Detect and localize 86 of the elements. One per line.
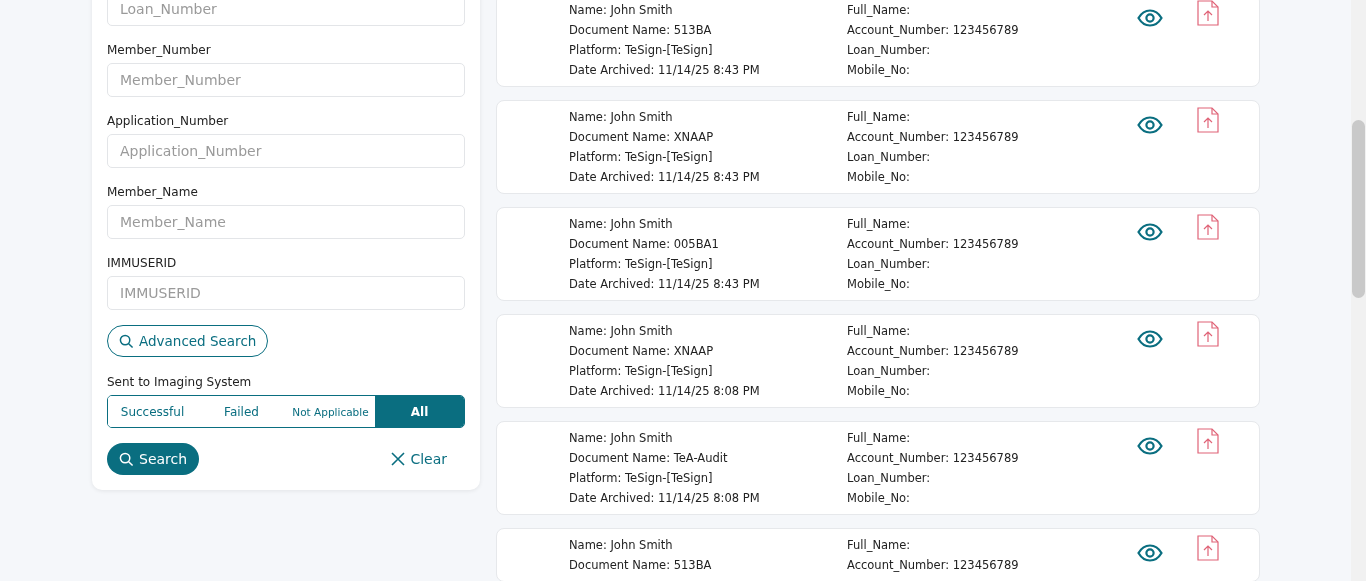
result-field: Document Name: XNAAP — [569, 341, 847, 361]
search-icon — [119, 333, 134, 349]
view-button[interactable] — [1137, 223, 1163, 241]
result-field: Date Archived: 11/14/25 8:43 PM — [569, 167, 847, 187]
field-label: IMMUSERID — [107, 256, 178, 270]
view-button[interactable] — [1137, 544, 1163, 562]
input-field[interactable]: IMMUSERID — [107, 276, 465, 310]
file-upload-icon — [1197, 321, 1219, 347]
field-label: Member_Name — [107, 185, 199, 199]
result-field: Full_Name: — [847, 428, 1137, 448]
view-button[interactable] — [1137, 437, 1163, 455]
result-field: Document Name: 513BA — [569, 555, 847, 575]
eye-icon — [1137, 544, 1163, 562]
result-field: Document Name: XNAAP — [569, 127, 847, 147]
result-field: Full_Name: — [847, 321, 1137, 341]
result-field: Account_Number: 123456789 — [847, 555, 1137, 575]
result-field: Mobile_No: — [847, 60, 1137, 80]
result-field: Mobile_No: — [847, 488, 1137, 508]
file-upload-icon — [1197, 0, 1219, 26]
view-button[interactable] — [1137, 9, 1163, 27]
result-field: Name: John Smith — [569, 535, 847, 555]
search-icon — [119, 451, 134, 467]
segment-option[interactable]: All — [375, 396, 464, 427]
upload-button[interactable] — [1197, 428, 1219, 454]
close-icon — [391, 452, 406, 466]
result-field: Full_Name: — [847, 0, 1137, 20]
result-field: Loan_Number: — [847, 254, 1137, 274]
result-field: Account_Number: 123456789 — [847, 127, 1137, 147]
file-upload-icon — [1197, 214, 1219, 240]
upload-button[interactable] — [1197, 535, 1219, 561]
result-field: Document Name: TeA-Audit — [569, 448, 847, 468]
file-upload-icon — [1197, 535, 1219, 561]
file-upload-icon — [1197, 107, 1219, 133]
search-button[interactable]: Search — [107, 443, 200, 475]
field-label: Sent to Imaging System — [107, 375, 253, 389]
result-field: Name: John Smith — [569, 0, 847, 20]
result-field: Platform: TeSign-[TeSign] — [569, 40, 847, 60]
result-field: Loan_Number: — [847, 147, 1137, 167]
upload-button[interactable] — [1197, 321, 1219, 347]
upload-button[interactable] — [1197, 0, 1219, 26]
result-field: Account_Number: 123456789 — [847, 341, 1137, 361]
file-upload-icon — [1197, 428, 1219, 454]
eye-icon — [1137, 116, 1163, 134]
input-field[interactable]: Application_Number — [107, 134, 465, 168]
result-field: Platform: TeSign-[TeSign] — [569, 468, 847, 488]
result-field: Full_Name: — [847, 107, 1137, 127]
input-field[interactable]: Member_Number — [107, 63, 465, 97]
result-field: Account_Number: 123456789 — [847, 448, 1137, 468]
scrollbar-thumb[interactable] — [1352, 120, 1365, 298]
clear-button[interactable]: Clear — [385, 450, 453, 468]
input-field[interactable]: Loan_Number — [107, 0, 465, 26]
result-field: Document Name: 005BA1 — [569, 234, 847, 254]
result-field: Mobile_No: — [847, 381, 1137, 401]
result-field: Date Archived: 11/14/25 8:43 PM — [569, 274, 847, 294]
result-field: Name: John Smith — [569, 321, 847, 341]
result-field: Mobile_No: — [847, 167, 1137, 187]
input-field[interactable]: Member_Name — [107, 205, 465, 239]
result-field: Platform: TeSign-[TeSign] — [569, 147, 847, 167]
result-field: Name: John Smith — [569, 214, 847, 234]
upload-button[interactable] — [1197, 214, 1219, 240]
result-field: Account_Number: 123456789 — [847, 234, 1137, 254]
result-field: Date Archived: 11/14/25 8:08 PM — [569, 381, 847, 401]
result-field: Loan_Number: — [847, 361, 1137, 381]
result-field: Account_Number: 123456789 — [847, 20, 1137, 40]
field-label: Member_Number — [107, 43, 212, 57]
eye-icon — [1137, 330, 1163, 348]
view-button[interactable] — [1137, 330, 1163, 348]
eye-icon — [1137, 223, 1163, 241]
upload-button[interactable] — [1197, 107, 1219, 133]
result-field: Name: John Smith — [569, 428, 847, 448]
field-label: Application_Number — [107, 114, 230, 128]
result-field: Date Archived: 11/14/25 8:08 PM — [569, 488, 847, 508]
result-field: Platform: TeSign-[TeSign] — [569, 361, 847, 381]
result-field: Mobile_No: — [847, 274, 1137, 294]
view-button[interactable] — [1137, 116, 1163, 134]
advanced-search-button[interactable]: Advanced Search — [107, 325, 269, 357]
result-field: Loan_Number: — [847, 468, 1137, 488]
result-field: Date Archived: 11/14/25 8:43 PM — [569, 60, 847, 80]
eye-icon — [1137, 437, 1163, 455]
eye-icon — [1137, 9, 1163, 27]
result-field: Document Name: 513BA — [569, 20, 847, 40]
result-field: Name: John Smith — [569, 107, 847, 127]
result-field: Loan_Number: — [847, 40, 1137, 60]
result-field: Full_Name: — [847, 535, 1137, 555]
result-field: Full_Name: — [847, 214, 1137, 234]
result-field: Platform: TeSign-[TeSign] — [569, 254, 847, 274]
